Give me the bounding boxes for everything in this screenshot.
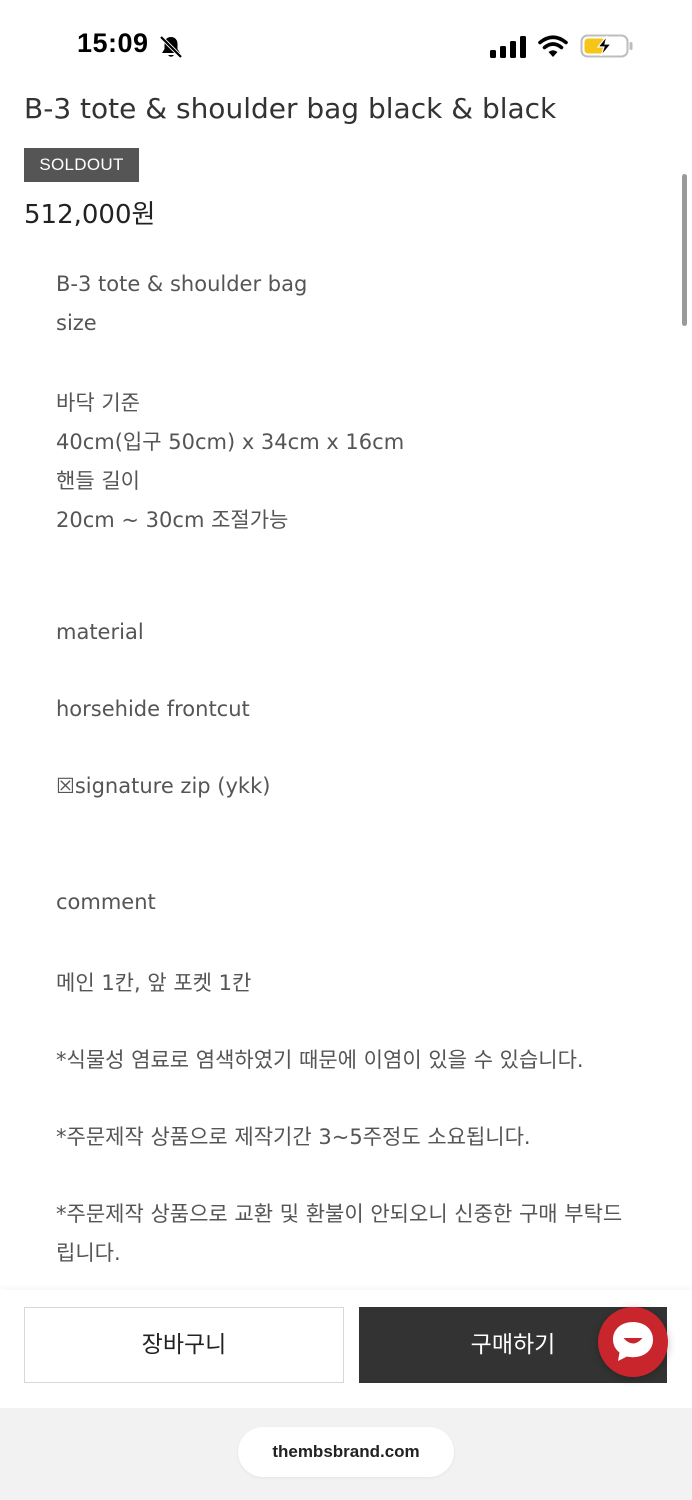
wifi-icon [538,35,568,57]
description-line: 메인 1칸, 앞 포켓 1칸 [56,971,252,995]
description-line: 40cm(입구 50cm) x 34cm x 16cm [56,430,405,454]
description-line: *주문제작 상품으로 교환 및 환불이 안되오니 신중한 구매 부탁드 [56,1202,623,1226]
description-line: B-3 tote & shoulder bag [56,272,308,296]
description-line: 핸들 길이 [56,469,140,493]
url-bar[interactable]: thembsbrand.com [238,1427,454,1477]
description-line: 20cm ~ 30cm 조절가능 [56,508,289,532]
description-line: *식물성 염료로 염색하였기 때문에 이염이 있을 수 있습니다. [56,1048,584,1072]
description-line: horsehide frontcut [56,697,250,721]
status-bar: 15:09 [0,0,692,92]
chat-bubble-icon [613,1322,653,1361]
description-line: 바닥 기준 [56,391,140,415]
description-line: ☒signature zip (ykk) [56,774,271,798]
description-line: *주문제작 상품으로 제작기간 3~5주정도 소요됩니다. [56,1125,531,1149]
status-time: 15:09 [77,28,149,58]
product-price: 512,000원 [24,200,156,230]
bell-slash-icon [159,35,183,59]
description-line: comment [56,890,156,914]
product-title: B-3 tote & shoulder bag black & black [24,92,557,125]
description-line: 립니다. [56,1241,121,1265]
description-line: material [56,620,144,644]
cellular-signal-icon [490,36,526,58]
scrollbar[interactable] [682,174,687,326]
soldout-badge: SOLDOUT [24,148,139,182]
chat-button[interactable] [598,1307,668,1377]
description-line: size [56,311,97,335]
battery-charging-icon [580,34,633,58]
add-to-cart-button[interactable]: 장바구니 [24,1307,344,1383]
